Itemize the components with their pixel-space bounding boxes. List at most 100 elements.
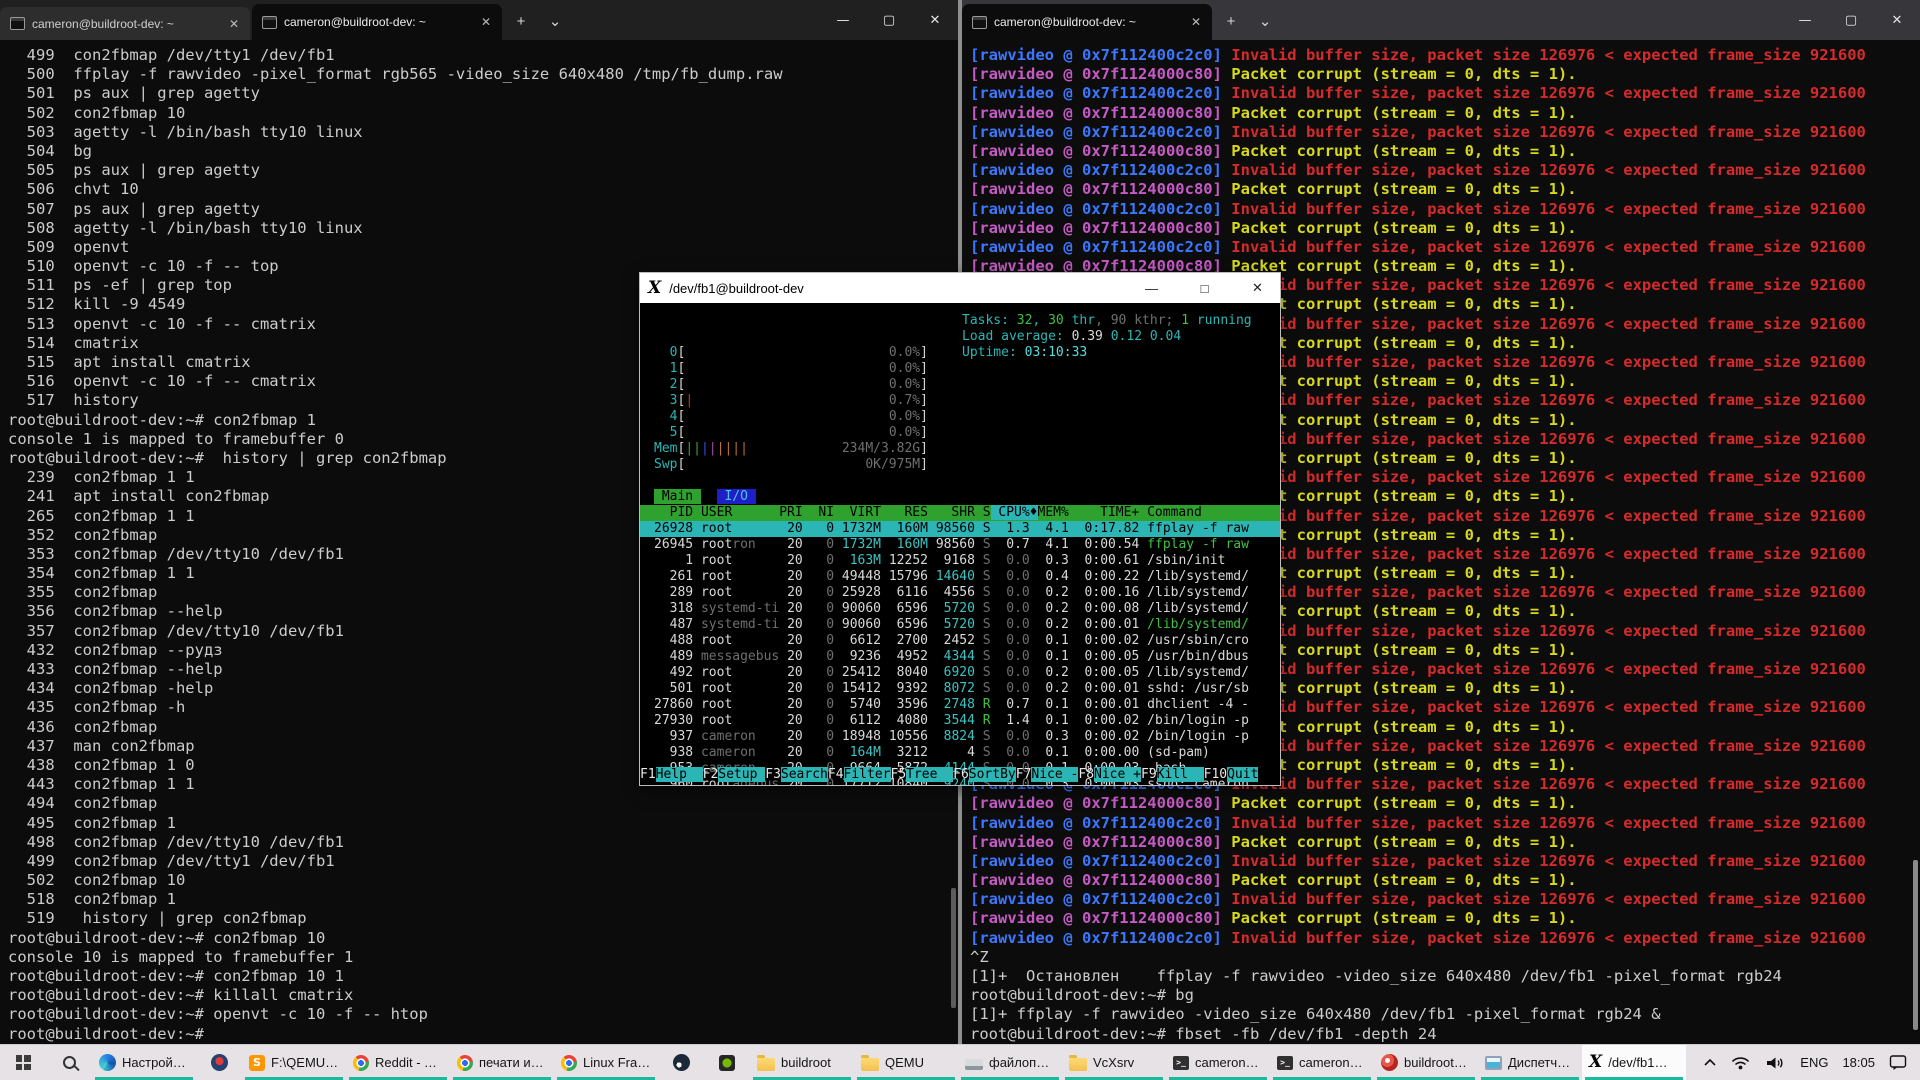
- process-row[interactable]: 492 root 20 0 25412 8040 6920 S 0.0 0.2 …: [640, 665, 1280, 681]
- fkey-f4[interactable]: F4Filter: [828, 767, 891, 782]
- language-indicator[interactable]: ENG: [1800, 1055, 1828, 1070]
- process-row[interactable]: 487 systemd-ti 20 0 90060 6596 5720 S 0.…: [640, 617, 1280, 633]
- tab-title: cameron@buildroot-dev: ~: [284, 15, 471, 29]
- terminal-line: 498 con2fbmap /dev/tty10 /dev/fb1: [8, 833, 958, 852]
- terminal-tab[interactable]: cameron@buildroot-dev: ~ ✕: [252, 4, 502, 40]
- minimize-button[interactable]: —: [820, 0, 866, 40]
- search-icon: [63, 1056, 76, 1069]
- volume-icon[interactable]: [1765, 1055, 1786, 1071]
- htop-function-bar[interactable]: F1Help F2Setup F3SearchF4FilterF5Tree F6…: [640, 767, 1280, 783]
- tab-close-icon[interactable]: ✕: [1188, 15, 1204, 29]
- taskbar-item-print[interactable]: печати из Л...: [450, 1045, 554, 1080]
- load-average: Load average: 0.39 0.12 0.04: [962, 329, 1252, 345]
- scrollbar-thumb[interactable]: [951, 888, 956, 1008]
- tab-close-icon[interactable]: ✕: [226, 17, 242, 31]
- terminal-line: [rawvideo @ 0x7f112400c2c0] Invalid buff…: [970, 814, 1920, 833]
- window-titlebar[interactable]: X /dev/fb1@buildroot-dev — □ ✕: [640, 273, 1280, 303]
- tab-dropdown-button[interactable]: ⌄: [1250, 6, 1280, 36]
- taskbar-item-settings[interactable]: Настройка ...: [92, 1045, 196, 1080]
- taskbar-item-buildroot[interactable]: buildroot: [750, 1045, 854, 1080]
- tray-expand-icon[interactable]: [1704, 1058, 1716, 1067]
- fkey-f1[interactable]: F1Help: [640, 767, 703, 782]
- terminal-line: 509 openvt: [8, 238, 958, 257]
- fkey-f5[interactable]: F5Tree: [891, 767, 954, 782]
- taskbar-item-nvidia[interactable]: [704, 1045, 750, 1080]
- taskbar-item-label: печати из Л...: [479, 1055, 547, 1070]
- minimize-button[interactable]: —: [1782, 0, 1828, 40]
- scrollbar-thumb[interactable]: [1913, 860, 1918, 1030]
- process-row[interactable]: 938 cameron 20 0 164M 3212 4 S 0.0 0.1 0…: [640, 745, 1280, 761]
- folder-icon: [861, 1058, 879, 1071]
- terminal-icon: >_: [1173, 1056, 1189, 1070]
- maximize-button[interactable]: ▢: [1828, 0, 1874, 40]
- close-button[interactable]: ✕: [1235, 273, 1280, 303]
- process-row[interactable]: 937 cameron 20 0 18948 10556 8824 S 0.0 …: [640, 729, 1280, 745]
- wifi-icon[interactable]: [1730, 1055, 1751, 1071]
- fkey-f6[interactable]: F6SortBy: [953, 767, 1016, 782]
- process-table-header[interactable]: PID USER PRI NI VIRT RES SHR S CPU%♦MEM%…: [640, 505, 1280, 521]
- terminal-line: [rawvideo @ 0x7f112400c2c0] Invalid buff…: [970, 200, 1920, 219]
- taskbar-item-label: Reddit - The ...: [375, 1055, 443, 1070]
- taskbar-item-xserver[interactable]: X/dev/fb1@b...: [1582, 1045, 1686, 1080]
- new-tab-button[interactable]: +: [1216, 6, 1246, 36]
- process-row[interactable]: 261 root 20 0 49448 15796 14640 S 0.0 0.…: [640, 569, 1280, 585]
- xorg-icon: X: [648, 280, 661, 297]
- start-button[interactable]: [0, 1045, 46, 1080]
- taskbar-item-linuxframe[interactable]: Linux Framebuffe...: [554, 1045, 658, 1080]
- process-row[interactable]: 488 root 20 0 6612 2700 2452 S 0.0 0.1 0…: [640, 633, 1280, 649]
- minimize-button[interactable]: —: [1129, 273, 1174, 303]
- terminal-line: ^Z: [970, 948, 1920, 967]
- process-row[interactable]: 26928 root 20 0 1732M 160M 98560 S 1.3 4…: [640, 521, 1280, 537]
- process-row[interactable]: 289 root 20 0 25928 6116 4556 S 0.0 0.2 …: [640, 585, 1280, 601]
- tab-close-icon[interactable]: ✕: [478, 15, 494, 29]
- fkey-f8[interactable]: F8Nice +: [1078, 767, 1141, 782]
- terminal-line: 499 con2fbmap /dev/tty1 /dev/fb1: [8, 46, 958, 65]
- tab-dropdown-button[interactable]: ⌄: [540, 6, 570, 36]
- terminal-icon: >_: [1277, 1056, 1293, 1070]
- desktop: cameron@buildroot-dev: ~✕cameron@buildro…: [0, 0, 1920, 1080]
- taskbar-item-taskmgr[interactable]: Диспетчер ...: [1478, 1045, 1582, 1080]
- maximize-button[interactable]: ▢: [866, 0, 912, 40]
- maximize-button[interactable]: □: [1182, 273, 1227, 303]
- taskbar-item-label: Диспетчер ...: [1508, 1055, 1575, 1070]
- tab-bar: cameron@buildroot-dev: ~✕cameron@buildro…: [0, 0, 958, 40]
- terminal-icon: [10, 17, 25, 30]
- taskbar-item-fileshare[interactable]: файлопомо...: [958, 1045, 1062, 1080]
- taskbar-item-steam[interactable]: [658, 1045, 704, 1080]
- taskbar-item-app[interactable]: [196, 1045, 242, 1080]
- notification-icon[interactable]: [1889, 1054, 1908, 1071]
- chrome-icon: [353, 1055, 369, 1071]
- terminal-icon: [262, 16, 277, 29]
- taskbar-item-qemu-vm[interactable]: buildroot-d...: [1374, 1045, 1478, 1080]
- fkey-f3[interactable]: F3Search: [765, 767, 828, 782]
- htop-screen-tabs[interactable]: Main I/O: [640, 489, 1280, 505]
- taskbar-item-terminal-1[interactable]: >_cameron@b...: [1166, 1045, 1270, 1080]
- fkey-f10[interactable]: F10Quit: [1204, 767, 1259, 782]
- taskbar-item-vcxsrv[interactable]: VcXsrv: [1062, 1045, 1166, 1080]
- terminal-tab[interactable]: cameron@buildroot-dev: ~✕: [0, 7, 250, 40]
- process-row[interactable]: 318 systemd-ti 20 0 90060 6596 5720 S 0.…: [640, 601, 1280, 617]
- xorg-icon: X: [1589, 1054, 1602, 1071]
- taskbar-item-terminal-2[interactable]: >_cameron@b...: [1270, 1045, 1374, 1080]
- clock[interactable]: 18:05: [1842, 1055, 1875, 1070]
- taskbar-item-qemu-folder[interactable]: QEMU: [854, 1045, 958, 1080]
- terminal-tab[interactable]: cameron@buildroot-dev: ~✕: [962, 4, 1212, 40]
- terminal-line: [rawvideo @ 0x7f1124000c80] Packet corru…: [970, 65, 1920, 84]
- process-row[interactable]: 27860 root 20 0 5740 3596 2748 R 0.7 0.1…: [640, 697, 1280, 713]
- taskbar-item-reddit[interactable]: Reddit - The ...: [346, 1045, 450, 1080]
- search-button[interactable]: [46, 1045, 92, 1080]
- process-row[interactable]: 27930 root 20 0 6112 4080 3544 R 1.4 0.1…: [640, 713, 1280, 729]
- htop-screen[interactable]: 0[ 0.0%] 1[ 0.0%] 2[ 0.0%] 3[| 0.7%] 4[ …: [640, 303, 1280, 785]
- process-row[interactable]: 1 root 20 0 163M 12252 9168 S 0.0 0.3 0:…: [640, 553, 1280, 569]
- new-tab-button[interactable]: +: [506, 6, 536, 36]
- process-row[interactable]: 489 messagebus 20 0 9236 4952 4344 S 0.0…: [640, 649, 1280, 665]
- close-button[interactable]: ✕: [912, 0, 958, 40]
- fkey-f2[interactable]: F2Setup: [703, 767, 766, 782]
- process-row[interactable]: 26945 rootron 20 0 1732M 160M 98560 S 0.…: [640, 537, 1280, 553]
- process-row[interactable]: 501 root 20 0 15412 9392 8072 S 0.0 0.2 …: [640, 681, 1280, 697]
- fkey-f9[interactable]: F9Kill: [1141, 767, 1204, 782]
- fkey-f7[interactable]: F7Nice -: [1016, 767, 1079, 782]
- close-button[interactable]: ✕: [1874, 0, 1920, 40]
- terminal-line: [rawvideo @ 0x7f112400c2c0] Invalid buff…: [970, 161, 1920, 180]
- taskbar-item-sublime[interactable]: SF:\QEMU\За...: [242, 1045, 346, 1080]
